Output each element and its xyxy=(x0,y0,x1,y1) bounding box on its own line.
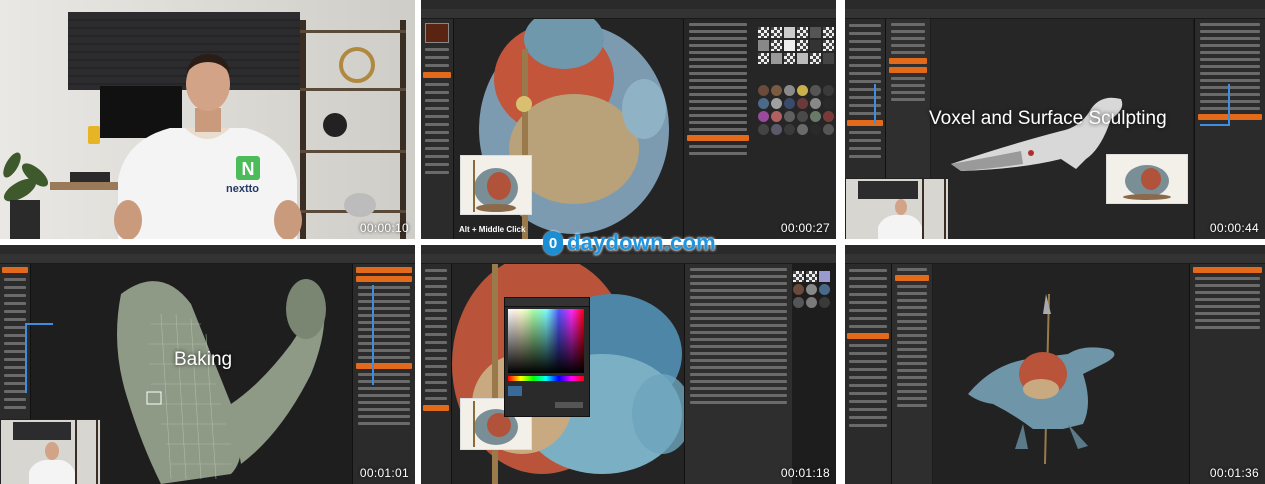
reference-image xyxy=(460,155,532,215)
layers-panel xyxy=(352,264,415,484)
highlight-line xyxy=(1228,84,1230,124)
color-spectrum[interactable] xyxy=(508,309,584,373)
video-thumbnail-painting[interactable]: Alt + Middle Click 00:00:27 xyxy=(421,0,836,239)
app-toolbar xyxy=(845,254,1265,267)
timestamp: 00:00:10 xyxy=(359,221,409,235)
timestamp: 00:01:01 xyxy=(359,466,409,480)
video-thumbnail-sculpting[interactable]: Voxel and Surface Sculpting 00:00:44 xyxy=(845,0,1265,239)
presenter-pip xyxy=(0,419,101,484)
watermark-logo-icon: 0 xyxy=(543,231,563,255)
section-caption: Baking xyxy=(174,349,233,370)
scene-tree-panel xyxy=(1194,19,1265,239)
app-toolbar xyxy=(845,9,1265,22)
layers-panel xyxy=(683,19,836,239)
tools-panel xyxy=(845,264,892,484)
app-toolbar xyxy=(421,9,836,22)
presenter-pip xyxy=(845,178,949,239)
material-balls[interactable] xyxy=(793,271,830,308)
highlight-line xyxy=(25,323,27,393)
shortcut-hint: Alt + Middle Click xyxy=(459,225,526,234)
highlight-line xyxy=(1200,124,1230,126)
tools-panel xyxy=(421,264,452,484)
color-picker-dialog[interactable] xyxy=(504,297,590,417)
tools-panel xyxy=(421,19,454,239)
timestamp: 00:01:36 xyxy=(1209,466,1259,480)
3d-viewport[interactable]: Alt + Middle Click xyxy=(454,9,683,239)
material-balls[interactable] xyxy=(758,85,834,135)
3d-viewport[interactable] xyxy=(933,264,1189,484)
timestamp: 00:00:44 xyxy=(1209,221,1259,235)
highlight-line xyxy=(874,84,876,124)
app-toolbar xyxy=(0,254,415,267)
highlight-line xyxy=(25,323,53,325)
timestamp: 00:00:27 xyxy=(780,221,830,235)
timestamp: 00:01:18 xyxy=(780,466,830,480)
watermark-text: daydown.com xyxy=(567,230,716,255)
properties-panel xyxy=(684,264,792,484)
crocodile-warrior-model xyxy=(968,293,1115,465)
shirt-text: nextto xyxy=(226,183,259,195)
hue-slider[interactable] xyxy=(508,376,584,381)
watermark: 0 daydown.com xyxy=(543,230,716,256)
current-color-swatch xyxy=(508,386,522,396)
highlight-line xyxy=(372,285,374,385)
video-thumbnail-color-picker[interactable]: 00:01:18 xyxy=(421,245,836,484)
video-thumbnail-baking[interactable]: Baking 00:01:01 xyxy=(0,245,415,484)
section-caption: Voxel and Surface Sculpting xyxy=(929,108,1167,129)
video-thumbnail-final-render[interactable]: 00:01:36 xyxy=(845,245,1265,484)
materials-grid[interactable] xyxy=(758,27,834,64)
shirt-logo-letter: N xyxy=(242,159,255,179)
ok-button[interactable] xyxy=(555,402,583,408)
reference-image xyxy=(1106,154,1188,204)
scene-tree-panel xyxy=(1189,264,1265,484)
layers-list xyxy=(892,264,932,484)
video-thumbnail-intro[interactable]: N nextto 00:00:10 xyxy=(0,0,415,239)
presenter-scene: N nextto xyxy=(0,0,415,239)
